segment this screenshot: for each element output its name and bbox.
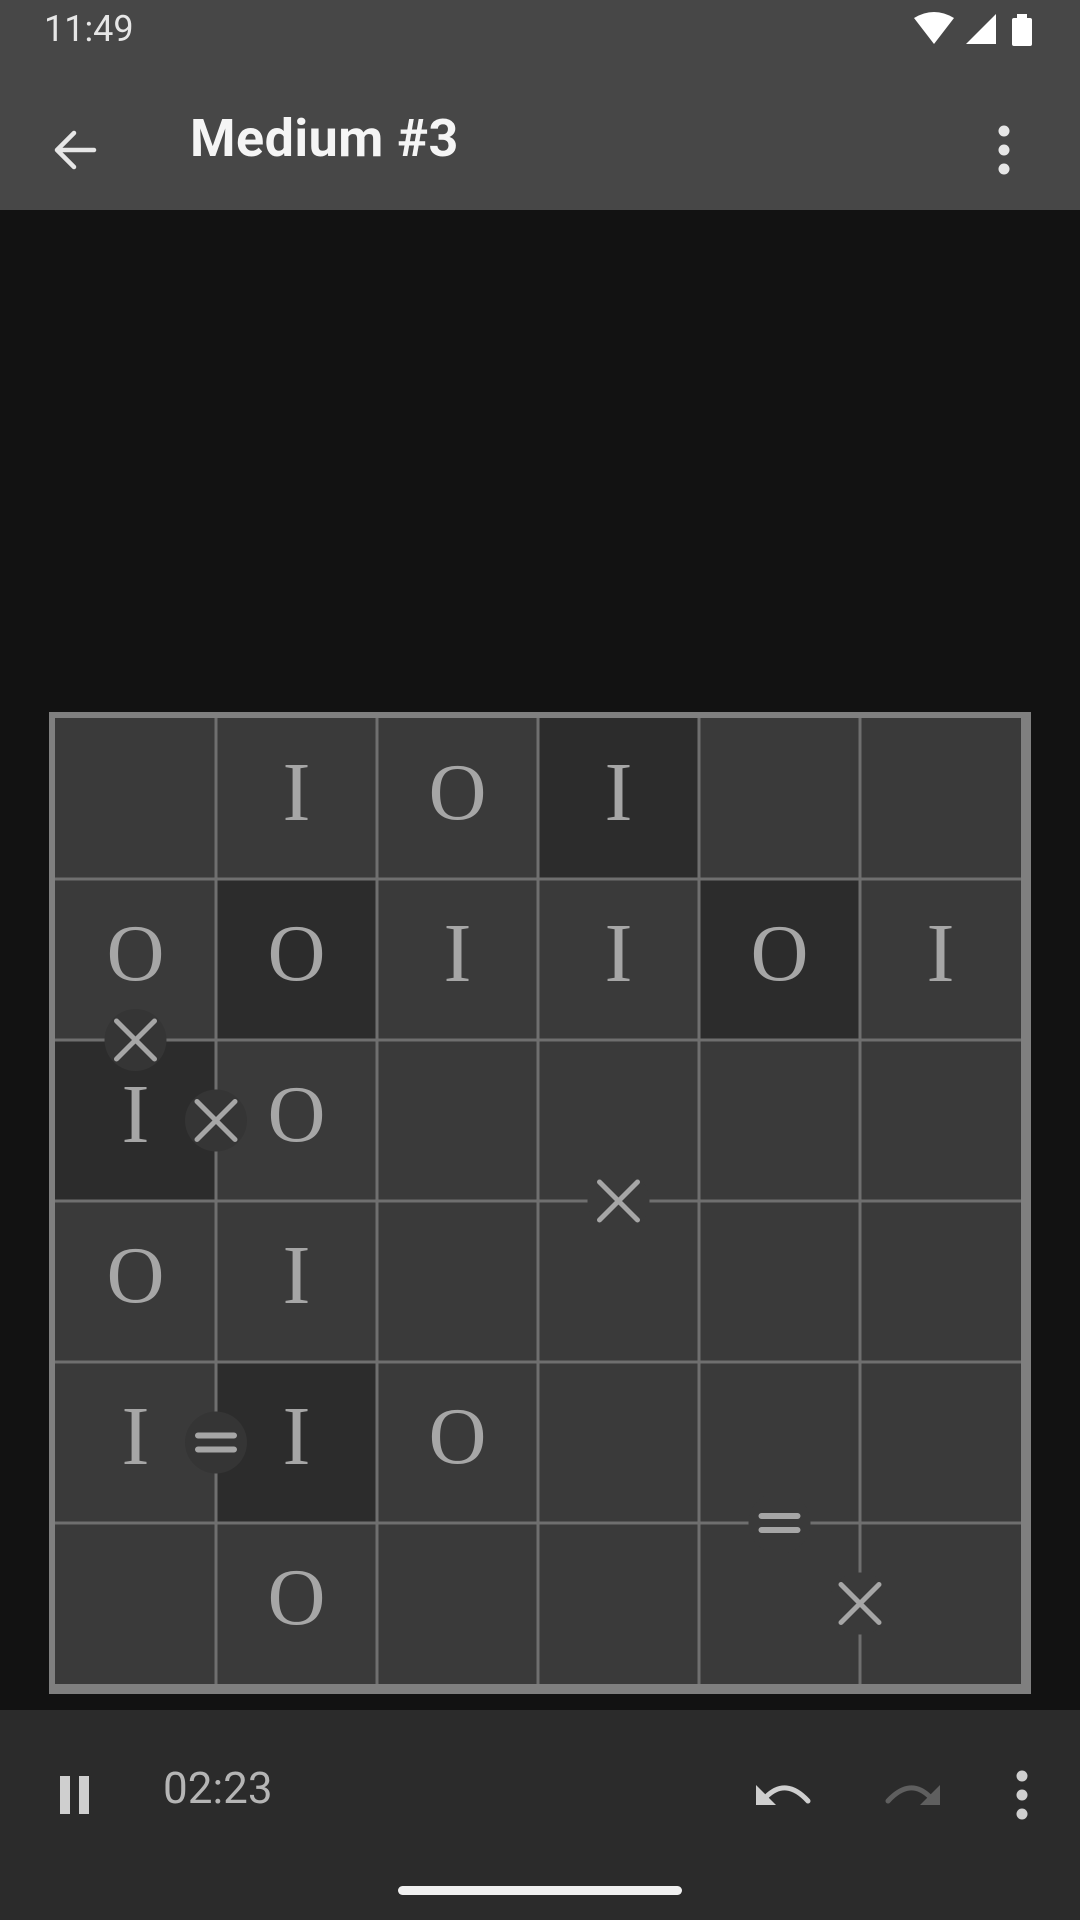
page-title: Medium #3 — [190, 108, 459, 169]
cell-symbol-o: O — [107, 1232, 165, 1320]
status-bar: 11:49 — [0, 0, 1080, 60]
board-cell[interactable] — [860, 1362, 1021, 1523]
pause-icon — [60, 1776, 89, 1814]
cell-symbol-o: O — [268, 1554, 326, 1642]
board-cell[interactable] — [699, 1201, 860, 1362]
constraint-not-equal — [829, 1572, 891, 1635]
cell-symbol-i: I — [122, 1390, 150, 1483]
cell-symbol-o: O — [429, 1393, 487, 1481]
board-cell[interactable] — [377, 1040, 538, 1201]
constraint-equal — [185, 1411, 247, 1474]
board-cell[interactable]: O — [216, 1523, 377, 1684]
board-cell[interactable] — [377, 1523, 538, 1684]
cell-symbol-o: O — [268, 1071, 326, 1159]
constraint-equal — [748, 1492, 811, 1554]
cell-symbol-o: O — [751, 910, 809, 998]
board-cell[interactable]: I — [216, 1201, 377, 1362]
more-options-button[interactable] — [982, 1750, 1062, 1840]
board-cell[interactable]: I — [377, 879, 538, 1040]
board-cell[interactable] — [699, 718, 860, 879]
more-vert-icon — [1016, 1770, 1028, 1820]
constraint-not-equal — [587, 1170, 650, 1232]
board-cell[interactable]: O — [377, 718, 538, 879]
cell-symbol-i: I — [283, 1229, 311, 1322]
back-button[interactable] — [30, 105, 120, 195]
board-cell[interactable] — [860, 718, 1021, 879]
redo-icon — [885, 1785, 940, 1805]
more-vert-icon — [998, 125, 1010, 175]
status-time: 11:49 — [44, 8, 134, 50]
cell-symbol-o: O — [107, 910, 165, 998]
board-cell[interactable] — [377, 1201, 538, 1362]
board-cell[interactable]: I — [538, 879, 699, 1040]
status-icons — [914, 12, 1032, 46]
board-cell[interactable]: I — [538, 718, 699, 879]
board-cell[interactable] — [538, 1362, 699, 1523]
puzzle-board: I O IO O I I O II OO II I OO — [49, 712, 1031, 1694]
cell-symbol-i: I — [122, 1068, 150, 1161]
board-cell[interactable] — [538, 1523, 699, 1684]
cell-symbol-i: I — [283, 746, 311, 839]
battery-icon — [1012, 14, 1032, 46]
constraint-not-equal — [185, 1089, 247, 1152]
board-cell[interactable]: O — [699, 879, 860, 1040]
game-area: IOIOOIIOIIOOIIIOO — [0, 210, 1080, 1710]
board-cell[interactable] — [699, 1040, 860, 1201]
board-cell[interactable] — [55, 718, 216, 879]
board-cell[interactable] — [860, 1201, 1021, 1362]
redo-button[interactable] — [866, 1750, 956, 1840]
cell-symbol-i: I — [605, 746, 633, 839]
arrow-back-icon — [54, 130, 97, 170]
board-cell[interactable]: O — [377, 1362, 538, 1523]
pause-button[interactable] — [30, 1750, 120, 1840]
board-cell[interactable]: I — [216, 718, 377, 879]
board-cell[interactable]: I — [860, 879, 1021, 1040]
constraint-not-equal — [104, 1009, 167, 1071]
board-cell[interactable] — [860, 1040, 1021, 1201]
undo-button[interactable] — [740, 1750, 830, 1840]
timer: 02:23 — [163, 1762, 273, 1814]
undo-icon — [756, 1785, 811, 1805]
signal-icon — [966, 14, 996, 44]
app-bar: Medium #3 — [0, 60, 1080, 210]
cell-symbol-o: O — [429, 749, 487, 837]
board-cell[interactable]: O — [216, 879, 377, 1040]
home-indicator[interactable] — [398, 1886, 682, 1895]
board-cell[interactable] — [55, 1523, 216, 1684]
wifi-icon — [914, 12, 954, 44]
cell-symbol-i: I — [444, 907, 472, 1000]
overflow-menu-button[interactable] — [964, 105, 1044, 195]
board-cell[interactable]: O — [55, 1201, 216, 1362]
cell-symbol-i: I — [283, 1390, 311, 1483]
cell-symbol-o: O — [268, 910, 326, 998]
cell-symbol-i: I — [605, 907, 633, 1000]
cell-symbol-i: I — [927, 907, 955, 1000]
